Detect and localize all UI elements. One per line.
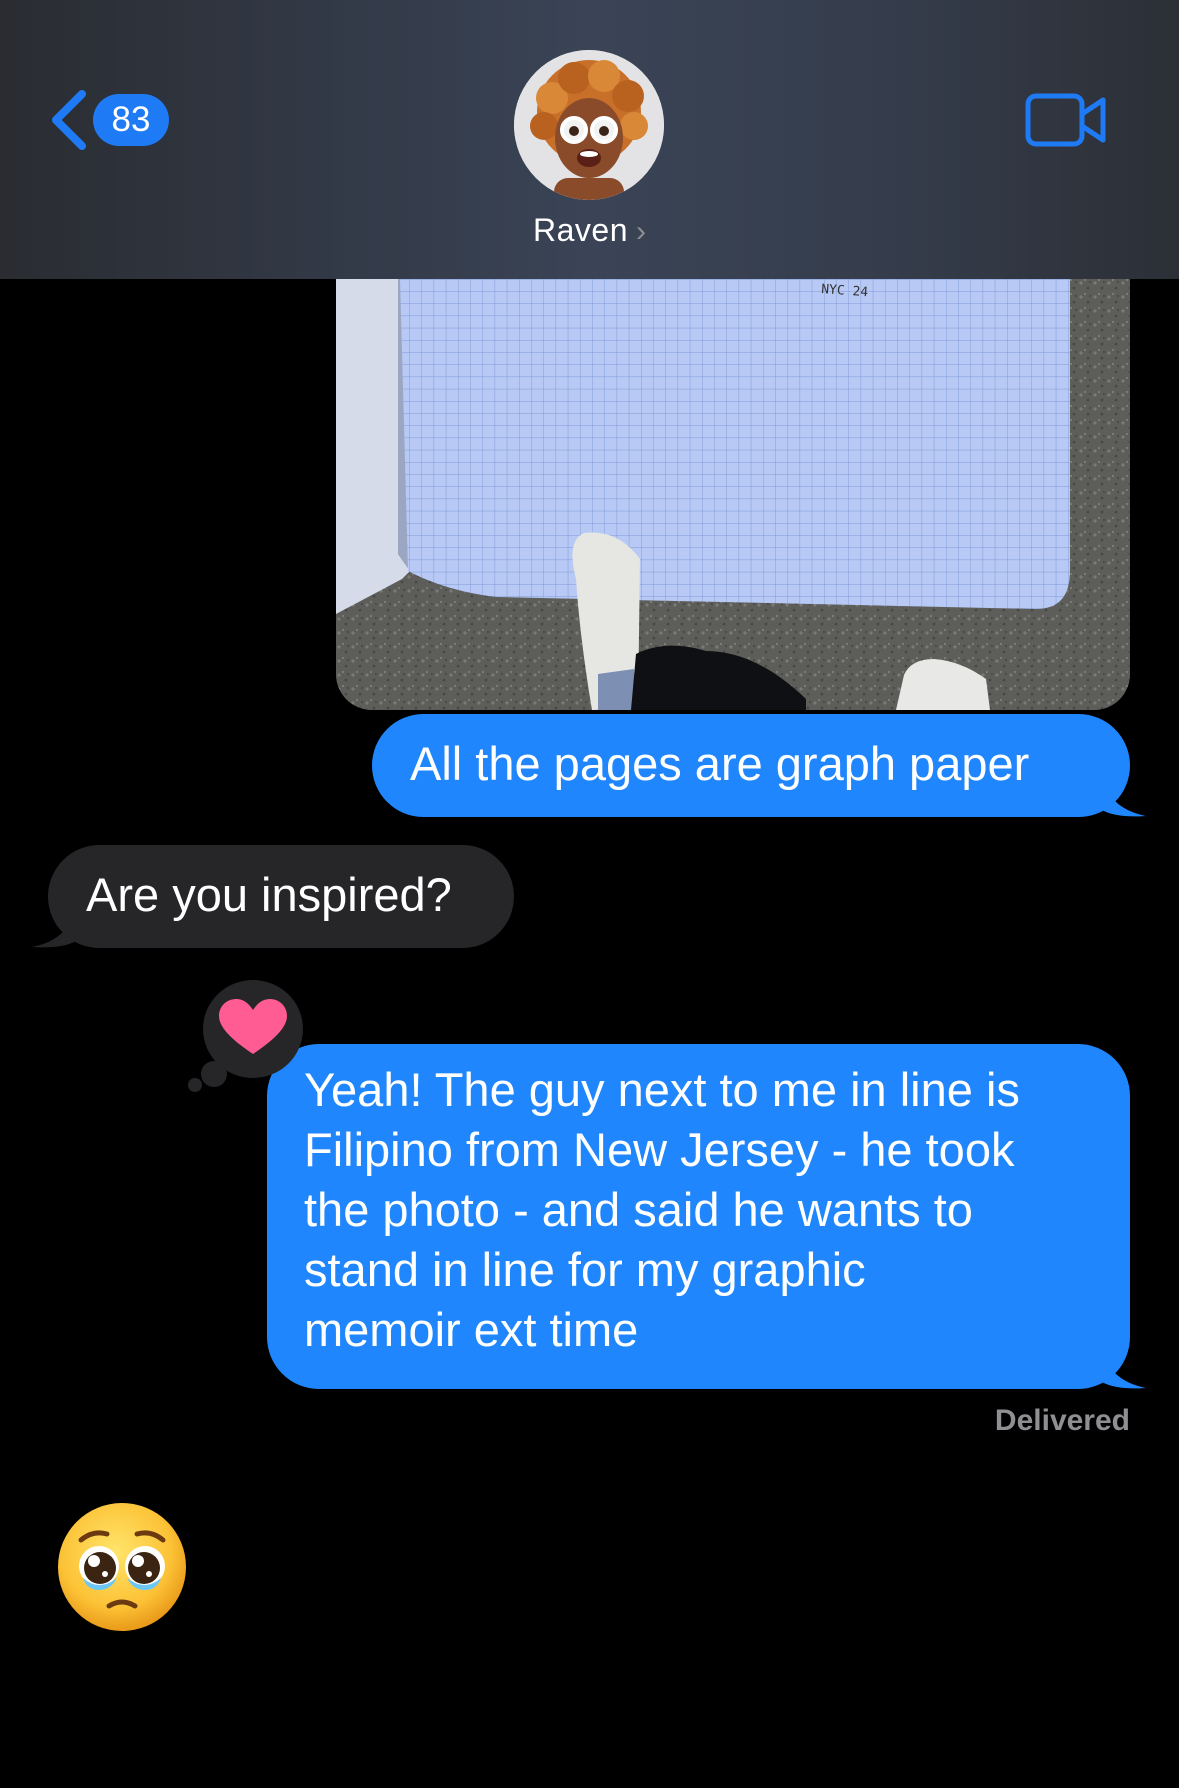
photo-message[interactable]: NYC 24 — [336, 279, 1130, 710]
message-line: Yeah! The guy next to me in line is — [304, 1063, 1020, 1116]
chevron-left-icon — [52, 90, 86, 150]
heart-icon — [219, 999, 287, 1054]
memoji-avatar-icon — [514, 50, 664, 200]
bubble-tail — [1102, 772, 1146, 817]
outgoing-message-bubble[interactable]: All the pages are graph paper — [372, 714, 1130, 817]
bubble-tail — [1102, 1344, 1146, 1389]
heart-reaction[interactable] — [203, 980, 303, 1078]
message-line: stand in line for my graphic — [304, 1243, 866, 1296]
chevron-right-icon: › — [636, 215, 646, 248]
incoming-message-bubble[interactable]: Are you inspired? — [48, 845, 514, 948]
message-line: Filipino from New Jersey - he took — [304, 1123, 1015, 1176]
video-camera-icon — [1025, 93, 1106, 147]
message-line: the photo - and said he wants to — [304, 1183, 973, 1236]
conversation-header: 83 Raven › — [0, 0, 1179, 279]
back-button[interactable]: 83 — [46, 88, 176, 152]
tapback-dot — [188, 1078, 202, 1092]
graph-paper-photo: NYC 24 — [336, 279, 1130, 710]
unread-count-badge: 83 — [93, 94, 169, 146]
message-text: All the pages are graph paper — [410, 737, 1030, 790]
contact-name-button[interactable]: Raven › — [0, 212, 1179, 249]
message-text: Are you inspired? — [86, 868, 452, 921]
pleading-face-icon[interactable] — [55, 1500, 189, 1634]
bubble-tail — [32, 903, 76, 948]
message-line: memoir ext time — [304, 1303, 639, 1356]
contact-avatar[interactable] — [514, 50, 664, 200]
contact-name: Raven — [533, 212, 628, 248]
video-call-button[interactable] — [1025, 92, 1107, 148]
delivery-status: Delivered — [994, 1404, 1130, 1437]
outgoing-message-bubble[interactable]: Yeah! The guy next to me in line is Fili… — [267, 1044, 1130, 1389]
